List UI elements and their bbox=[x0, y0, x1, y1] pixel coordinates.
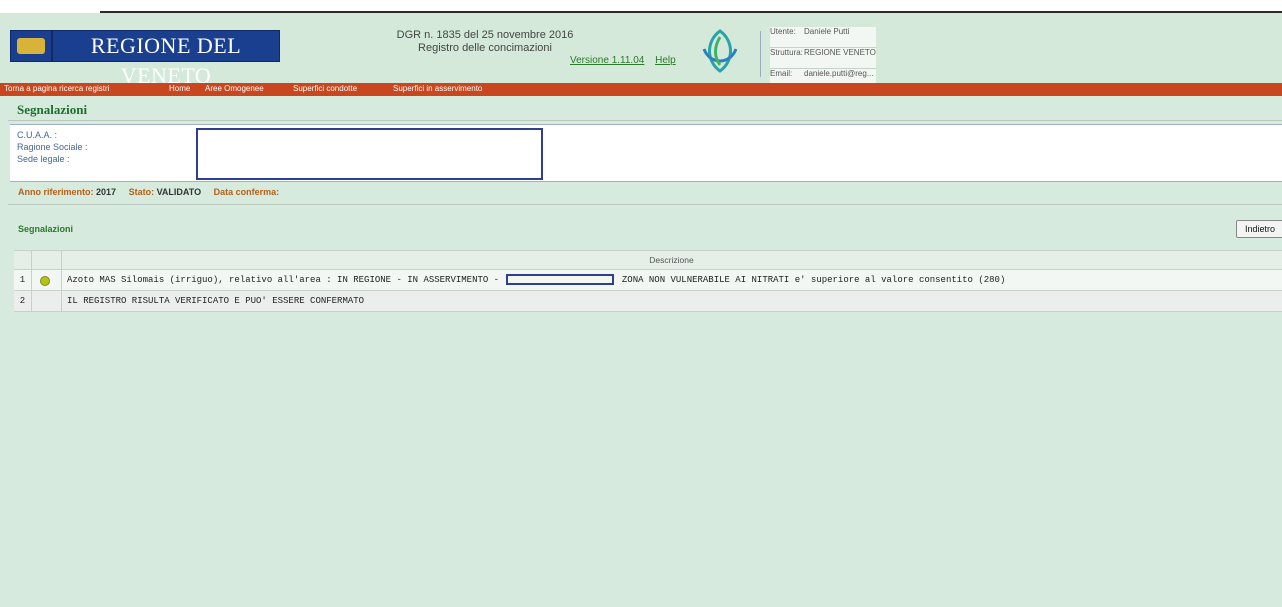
struttura-label: Struttura: bbox=[770, 48, 803, 57]
version-links: Versione 1.11.04 Help bbox=[570, 55, 684, 66]
segnalazioni-subtitle: Segnalazioni bbox=[18, 224, 74, 234]
stato-label: Stato: bbox=[128, 187, 155, 197]
nav-torna-ricerca[interactable]: Torna a pagina ricerca registri bbox=[4, 84, 109, 93]
redacted-info-box bbox=[196, 128, 543, 180]
table-row[interactable]: 1 Azoto MAS Silomais (irriguo), relativo… bbox=[14, 270, 1282, 291]
row-icon-cell bbox=[31, 291, 62, 311]
row-number: 2 bbox=[14, 291, 32, 311]
nav-home[interactable]: Home bbox=[169, 84, 190, 93]
region-swirl-logo-icon bbox=[702, 29, 738, 73]
nav-superfici-asservimento[interactable]: Superfici in asservimento bbox=[393, 84, 482, 93]
utente-label: Utente: bbox=[770, 27, 796, 36]
nav-superfici-condotte[interactable]: Superfici condotte bbox=[293, 84, 357, 93]
redacted-inline bbox=[506, 274, 615, 286]
table-header: Descrizione bbox=[14, 250, 1282, 270]
dgr-line-1: DGR n. 1835 del 25 novembre 2016 bbox=[396, 29, 574, 41]
table-row[interactable]: 2 IL REGISTRO RISULTA VERIFICATO E PUO' … bbox=[14, 291, 1282, 312]
logo-text: REGIONE DEL VENETO bbox=[52, 30, 280, 88]
segnalazioni-table: Descrizione 1 Azoto MAS Silomais (irrigu… bbox=[14, 250, 1282, 312]
lion-logo-icon bbox=[10, 30, 52, 62]
row-icon-cell bbox=[31, 270, 62, 290]
user-info: Utente: Daniele Putti Struttura: REGIONE V… bbox=[770, 27, 876, 90]
anno-value: 2017 bbox=[96, 187, 117, 197]
cuaa-label: C.U.A.A. : bbox=[17, 130, 58, 140]
row-number: 1 bbox=[14, 270, 32, 290]
row-text-before: IL REGISTRO RISULTA VERIFICATO E PUO' ES… bbox=[67, 296, 365, 306]
top-strip bbox=[0, 0, 1282, 13]
header-descrizione: Descrizione bbox=[649, 255, 694, 265]
header-cell-icon bbox=[31, 251, 62, 269]
ragione-sociale-label: Ragione Sociale : bbox=[17, 142, 88, 152]
row-text-after: ZONA NON VULNERABILE AI NITRATI e' super… bbox=[621, 275, 1006, 285]
struttura-value: REGIONE VENETO bbox=[804, 48, 876, 57]
dgr-line-2: Registro delle concimazioni bbox=[418, 42, 552, 54]
row-description: IL REGISTRO RISULTA VERIFICATO E PUO' ES… bbox=[67, 291, 364, 311]
page-title: Segnalazioni bbox=[17, 102, 88, 117]
help-link[interactable]: Help bbox=[655, 55, 676, 66]
header-cell-number bbox=[14, 251, 32, 269]
dgr-info: DGR n. 1835 del 25 novembre 2016 Registr… bbox=[370, 29, 600, 55]
nav-bar: Torna a pagina ricerca registri Home Are… bbox=[0, 83, 1282, 96]
divider bbox=[8, 120, 1282, 121]
header-separator bbox=[760, 31, 761, 77]
sede-legale-label: Sede legale : bbox=[17, 154, 70, 164]
data-conferma-label: Data conferma: bbox=[213, 187, 280, 197]
divider bbox=[8, 204, 1282, 205]
row-description: Azoto MAS Silomais (irriguo), relativo a… bbox=[67, 270, 1005, 290]
utente-value: Daniele Putti bbox=[804, 27, 850, 36]
lion-emblem bbox=[17, 38, 45, 54]
stato-value: VALIDATO bbox=[156, 187, 202, 197]
row-text-before: Azoto MAS Silomais (irriguo), relativo a… bbox=[67, 275, 500, 285]
status-line: Anno riferimento: 2017 Stato: VALIDATO D… bbox=[18, 187, 289, 197]
warning-dot-icon bbox=[40, 276, 50, 286]
indietro-button[interactable]: Indietro bbox=[1236, 220, 1282, 238]
version-link[interactable]: Versione 1.11.04 bbox=[570, 55, 644, 66]
anno-label: Anno riferimento: bbox=[18, 187, 94, 197]
nav-aree-omogenee[interactable]: Aree Omogenee bbox=[205, 84, 264, 93]
header: REGIONE DEL VENETO DGR n. 1835 del 25 no… bbox=[0, 13, 1282, 90]
